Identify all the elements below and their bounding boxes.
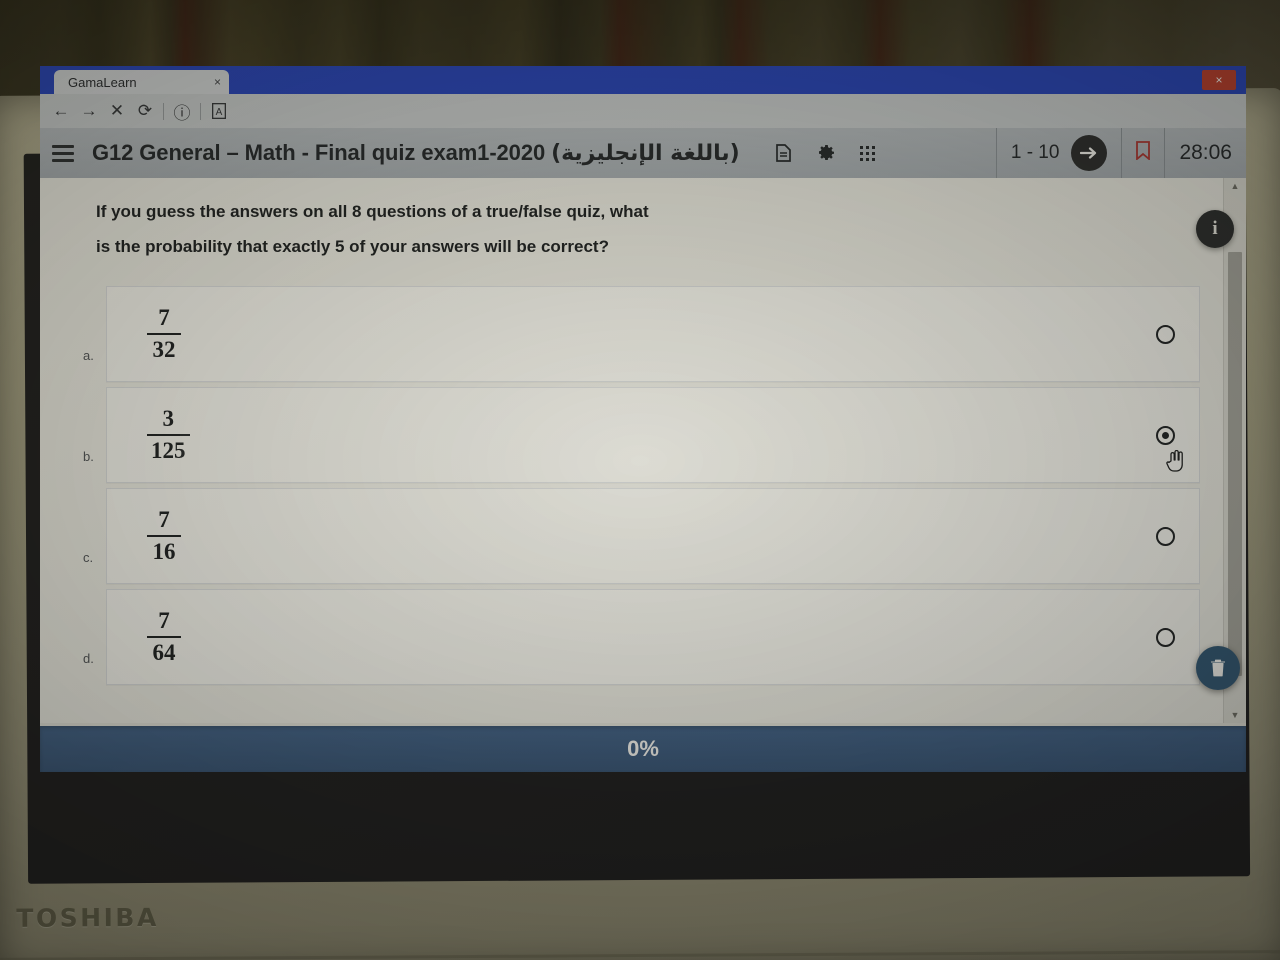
browser-toolbar: ← → ✕ ⟳ ⓘ A	[40, 94, 1246, 128]
forward-icon[interactable]: →	[76, 98, 102, 124]
browser-tab[interactable]: GamaLearn ×	[54, 70, 229, 94]
apps-grid-icon[interactable]	[858, 143, 878, 163]
document-icon[interactable]	[774, 143, 794, 163]
radio-button-d[interactable]	[1156, 627, 1175, 647]
scroll-down-arrow-icon[interactable]: ▼	[1224, 707, 1246, 723]
radio-button-c[interactable]	[1156, 526, 1175, 546]
question-line-1: If you guess the answers on all 8 questi…	[96, 202, 649, 221]
option-fraction: 3 125	[147, 406, 190, 464]
header-right-group: 1 - 10 28:06	[995, 128, 1246, 178]
translate-glyph: A	[212, 103, 226, 119]
bookmark-icon	[1136, 140, 1151, 166]
quiz-content-area: If you guess the answers on all 8 questi…	[40, 178, 1246, 723]
option-fraction: 7 32	[147, 305, 181, 363]
palmrest-edge	[0, 950, 1280, 960]
answer-options-list: a. 7 32 b. 3 125 c. 7 16 d. 7 64	[40, 286, 1246, 685]
back-icon[interactable]: ←	[48, 98, 74, 124]
fraction-bar	[147, 434, 190, 436]
page-title-arabic: (باللغة الإنجليزية)	[551, 141, 740, 166]
answer-option-b[interactable]: b. 3 125	[83, 387, 1200, 483]
photograph-of-laptop-screen: TOSHIBA GamaLearn × × ← → ✕ ⟳ ⓘ A G12 Ge…	[0, 0, 1280, 960]
answer-option-d[interactable]: d. 7 64	[83, 589, 1200, 685]
arrow-right-icon	[1080, 147, 1097, 159]
window-close-button[interactable]: ×	[1202, 70, 1236, 90]
header-icon-group	[774, 143, 878, 163]
quiz-app-header: G12 General – Math - Final quiz exam1-20…	[40, 128, 1246, 179]
fraction-denominator: 125	[151, 438, 186, 463]
fraction-numerator: 7	[158, 608, 170, 634]
option-letter: c.	[83, 550, 94, 565]
fraction-bar	[147, 636, 181, 638]
translate-icon[interactable]: A	[206, 98, 232, 124]
page-counter: 1 - 10	[1010, 142, 1060, 163]
close-icon[interactable]: ×	[214, 75, 221, 89]
reload-icon[interactable]: ⟳	[132, 98, 158, 124]
browser-tab-title: GamaLearn	[68, 74, 137, 90]
page-title-main: G12 General – Math - Final quiz exam1-20…	[92, 140, 546, 165]
scroll-up-arrow-icon[interactable]: ▲	[1224, 178, 1246, 194]
fraction-denominator: 32	[152, 337, 176, 362]
clear-answer-button[interactable]	[1196, 646, 1240, 690]
option-letter: b.	[83, 449, 94, 464]
option-fraction: 7 16	[147, 507, 181, 565]
browser-window: GamaLearn × × ← → ✕ ⟳ ⓘ A G12 General – …	[40, 66, 1246, 772]
countdown-timer: 28:06	[1179, 141, 1232, 164]
fraction-numerator: 7	[158, 305, 170, 331]
trash-icon	[1211, 659, 1225, 677]
page-info-icon[interactable]: ⓘ	[169, 98, 195, 124]
laptop-brand-logo: TOSHIBA	[16, 902, 159, 933]
answer-option-a[interactable]: a. 7 32	[83, 286, 1200, 382]
fraction-numerator: 7	[158, 507, 170, 533]
toolbar-divider-2	[200, 102, 201, 120]
timer-cell: 28:06	[1164, 128, 1246, 178]
answer-option-c[interactable]: c. 7 16	[83, 488, 1200, 584]
pagination-cell: 1 - 10	[995, 128, 1122, 178]
info-button[interactable]: i	[1196, 210, 1234, 248]
fraction-numerator: 3	[162, 406, 175, 432]
radio-button-b[interactable]	[1156, 425, 1175, 445]
option-letter: d.	[83, 651, 94, 666]
gear-icon[interactable]	[816, 143, 836, 163]
browser-tab-strip: GamaLearn × ×	[40, 66, 1246, 94]
progress-bar: 0%	[40, 726, 1246, 772]
next-question-button[interactable]	[1071, 135, 1108, 171]
question-line-2: is the probability that exactly 5 of you…	[96, 237, 609, 256]
option-fraction: 7 64	[147, 608, 181, 666]
hamburger-menu-icon[interactable]	[40, 144, 86, 162]
scrollbar-thumb[interactable]	[1228, 252, 1242, 676]
stop-icon[interactable]: ✕	[104, 98, 130, 124]
svg-text:A: A	[216, 107, 223, 118]
page-title: G12 General – Math - Final quiz exam1-20…	[92, 140, 740, 166]
question-text: If you guess the answers on all 8 questi…	[40, 178, 1246, 264]
bookmark-cell[interactable]	[1121, 128, 1164, 178]
progress-percent-label: 0%	[627, 736, 659, 761]
fraction-bar	[147, 535, 181, 537]
fraction-denominator: 16	[152, 539, 176, 564]
fraction-bar	[147, 333, 181, 335]
vertical-scrollbar[interactable]: ▲ ▼	[1223, 178, 1246, 723]
fraction-denominator: 64	[152, 640, 176, 665]
mouse-cursor-pointer	[1165, 449, 1185, 472]
toolbar-divider-1	[163, 102, 164, 120]
radio-button-a[interactable]	[1156, 324, 1175, 344]
option-letter: a.	[83, 348, 94, 363]
